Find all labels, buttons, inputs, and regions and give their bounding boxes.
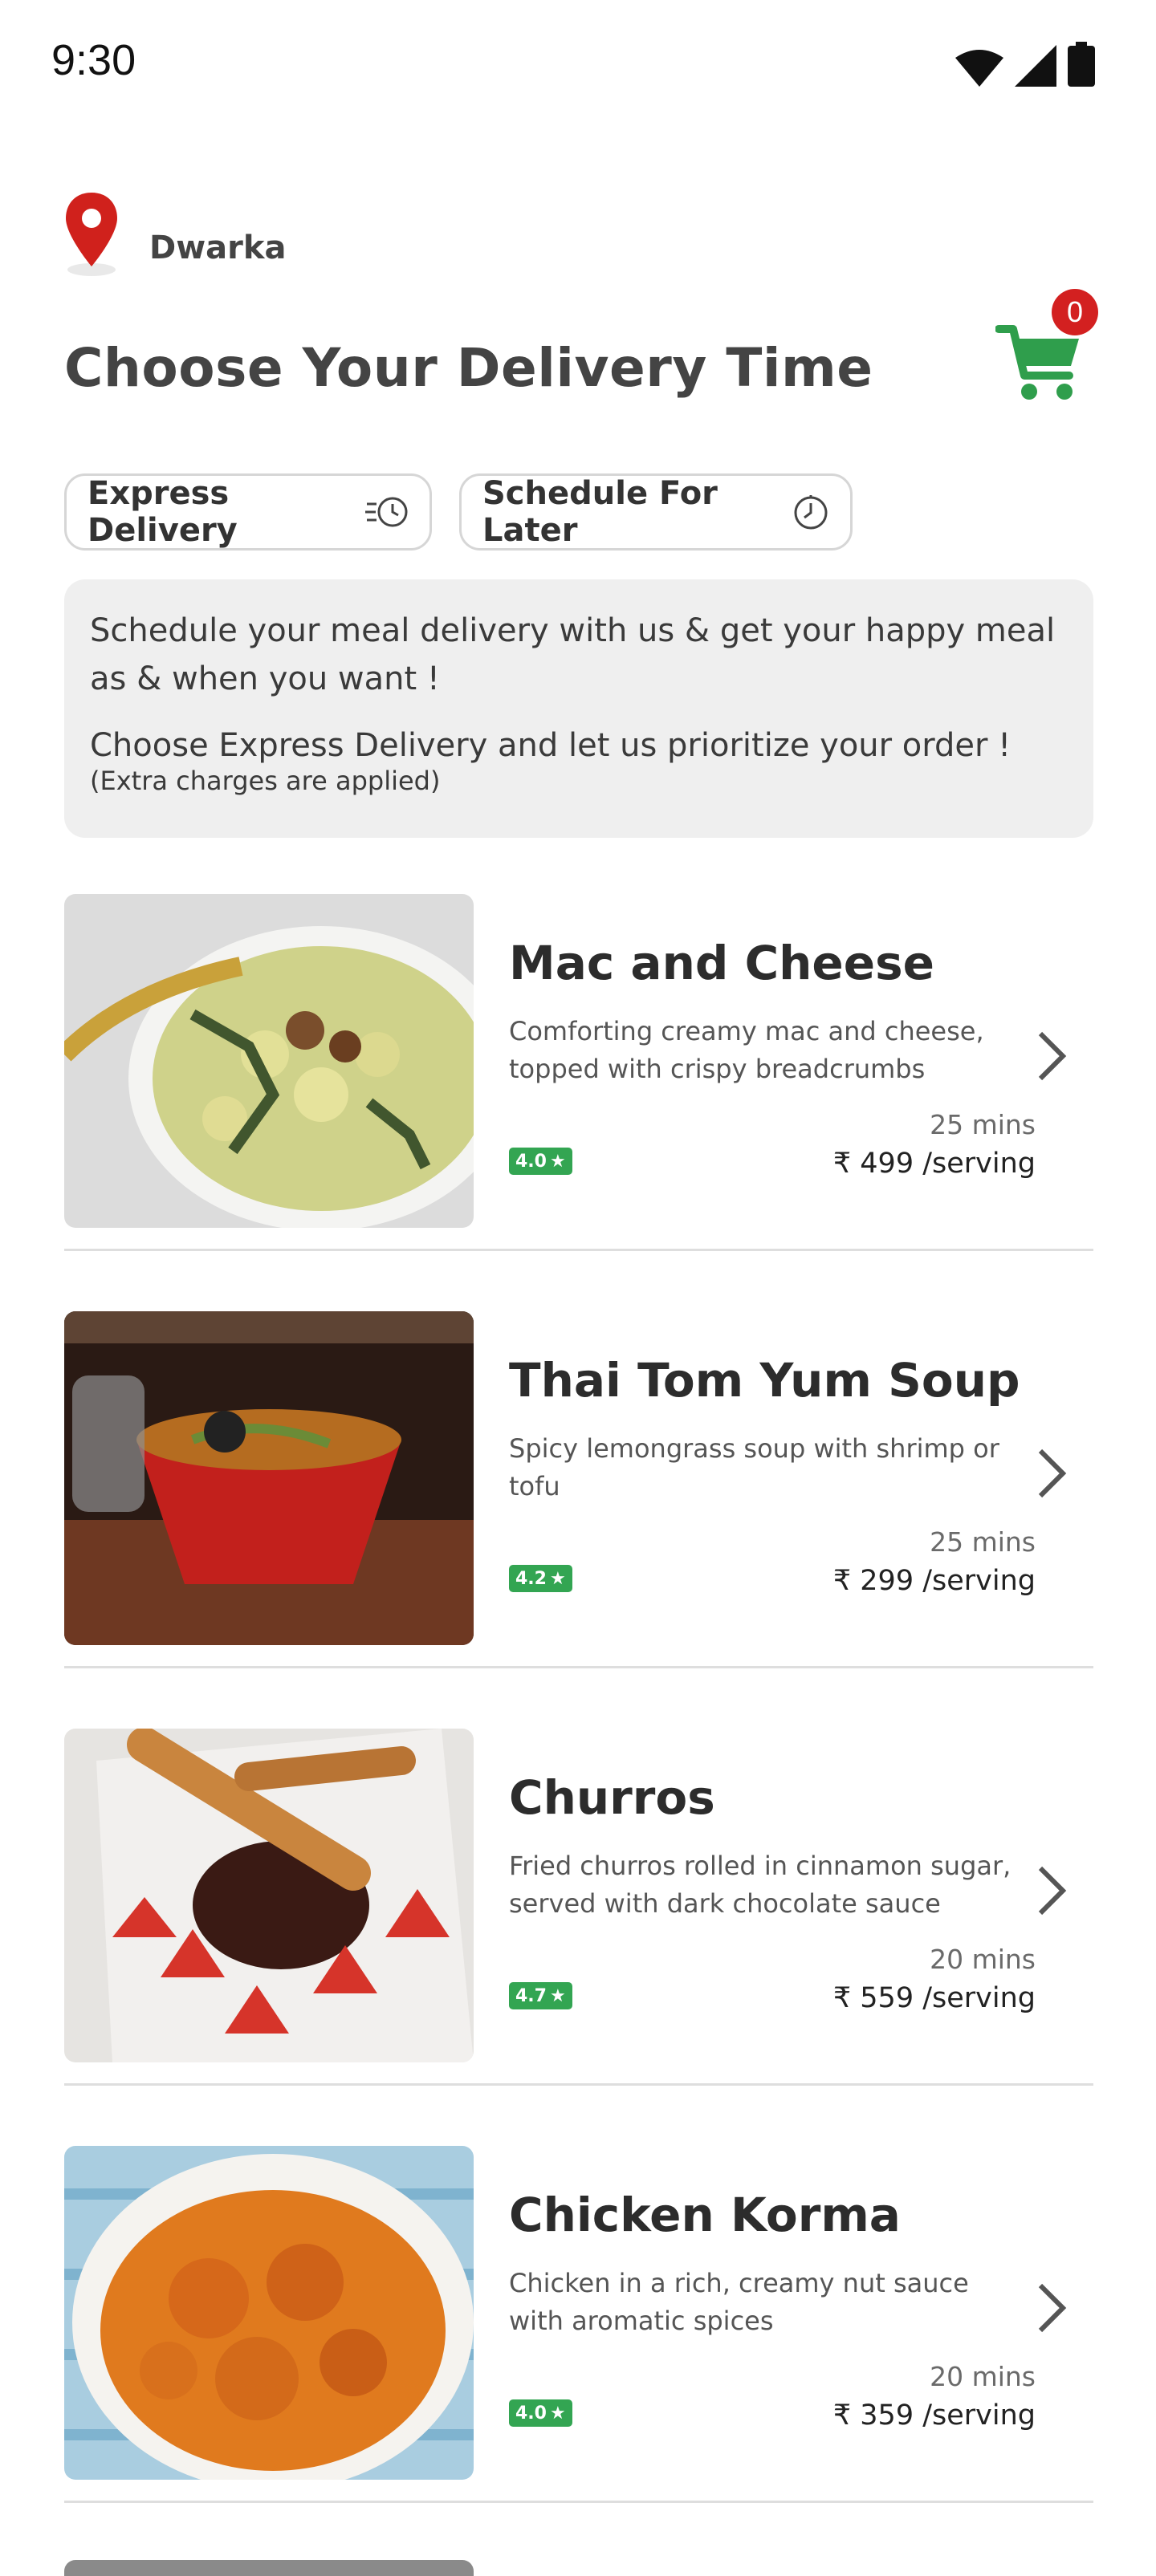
dish-name: Churros bbox=[509, 1770, 715, 1825]
dish-price: ₹ 559 /serving bbox=[832, 1982, 1036, 2014]
info-line-2: Choose Express Delivery and let us prior… bbox=[90, 727, 1012, 764]
dish-rating-badge: 4.7 ★ bbox=[509, 1982, 572, 2009]
divider bbox=[64, 2501, 1093, 2503]
dish-rating-badge: 4.0 ★ bbox=[509, 1148, 572, 1175]
chevron-right-icon[interactable] bbox=[1036, 2282, 1068, 2334]
express-delivery-button[interactable]: Express Delivery bbox=[64, 473, 432, 551]
dish-card[interactable]: Churros Fried churros rolled in cinnamon… bbox=[64, 1729, 1093, 2062]
express-delivery-label: Express Delivery bbox=[88, 475, 238, 549]
info-line-1: Schedule your meal delivery with us & ge… bbox=[90, 612, 1056, 697]
dish-description: Fried churros rolled in cinnamon sugar, … bbox=[509, 1851, 1012, 1919]
dish-price: ₹ 499 /serving bbox=[832, 1148, 1036, 1180]
schedule-later-button[interactable]: Schedule For Later bbox=[459, 473, 853, 551]
info-note: (Extra charges are applied) bbox=[90, 766, 441, 796]
cart-button[interactable]: 0 bbox=[995, 289, 1100, 409]
chevron-right-icon[interactable] bbox=[1036, 1448, 1068, 1499]
chevron-right-icon[interactable] bbox=[1036, 1865, 1068, 1916]
dish-image-mac-and-cheese bbox=[64, 894, 474, 1228]
location-selector[interactable]: Dwarka bbox=[61, 189, 286, 278]
dish-rating-badge: 4.0 ★ bbox=[509, 2399, 572, 2427]
dish-name: Mac and Cheese bbox=[509, 936, 934, 990]
dish-description: Comforting creamy mac and cheese, topped… bbox=[509, 1016, 984, 1084]
dish-time: 20 mins bbox=[930, 2361, 1036, 2392]
dish-image-churros bbox=[64, 1729, 474, 2062]
dish-price: ₹ 299 /serving bbox=[832, 1565, 1036, 1597]
wifi-icon bbox=[955, 50, 1003, 87]
star-icon: ★ bbox=[549, 1568, 566, 1589]
dish-image-tom-yum-soup bbox=[64, 1311, 474, 1645]
dish-time: 20 mins bbox=[930, 1944, 1036, 1975]
dish-card[interactable]: Chicken Korma Chicken in a rich, creamy … bbox=[64, 2146, 1093, 2480]
status-time: 9:30 bbox=[51, 36, 136, 84]
dish-card[interactable]: Mac and Cheese Comforting creamy mac and… bbox=[64, 894, 1093, 1228]
status-bar: 9:30 bbox=[0, 0, 1156, 128]
star-icon: ★ bbox=[549, 1985, 566, 2006]
divider bbox=[64, 1249, 1093, 1251]
star-icon: ★ bbox=[549, 2403, 566, 2424]
dish-price: ₹ 359 /serving bbox=[832, 2399, 1036, 2432]
dish-rating-badge: 4.2 ★ bbox=[509, 1565, 572, 1592]
page-title: Choose Your Delivery Time bbox=[64, 337, 873, 399]
dish-card[interactable]: Thai Tom Yum Soup Spicy lemongrass soup … bbox=[64, 1311, 1093, 1645]
divider bbox=[64, 1666, 1093, 1668]
status-icons bbox=[955, 42, 1095, 87]
dish-description: Chicken in a rich, creamy nut sauce with… bbox=[509, 2268, 969, 2336]
timer-icon bbox=[792, 494, 829, 530]
cart-count-badge: 0 bbox=[1052, 289, 1098, 335]
location-pin-icon bbox=[66, 193, 117, 276]
star-icon: ★ bbox=[549, 1151, 566, 1172]
divider bbox=[64, 2083, 1093, 2086]
dish-time: 25 mins bbox=[930, 1109, 1036, 1140]
schedule-later-label: Schedule For Later bbox=[482, 475, 718, 549]
dish-image-partial bbox=[64, 2560, 474, 2576]
dish-rating-value: 4.2 bbox=[515, 1568, 547, 1589]
fast-clock-icon bbox=[365, 494, 409, 530]
dish-rating-value: 4.7 bbox=[515, 1985, 547, 2006]
dish-time: 25 mins bbox=[930, 1526, 1036, 1558]
dish-name: Thai Tom Yum Soup bbox=[509, 1353, 1020, 1408]
dish-rating-value: 4.0 bbox=[515, 1151, 547, 1172]
battery-icon bbox=[1068, 42, 1095, 87]
dish-rating-value: 4.0 bbox=[515, 2403, 547, 2424]
signal-icon bbox=[1015, 45, 1056, 87]
delivery-info-box: Schedule your meal delivery with us & ge… bbox=[64, 579, 1093, 838]
dish-description: Spicy lemongrass soup with shrimp or tof… bbox=[509, 1433, 999, 1501]
dish-image-chicken-korma bbox=[64, 2146, 474, 2480]
dish-name: Chicken Korma bbox=[509, 2188, 901, 2242]
chevron-right-icon[interactable] bbox=[1036, 1030, 1068, 1082]
location-label: Dwarka bbox=[149, 230, 287, 266]
